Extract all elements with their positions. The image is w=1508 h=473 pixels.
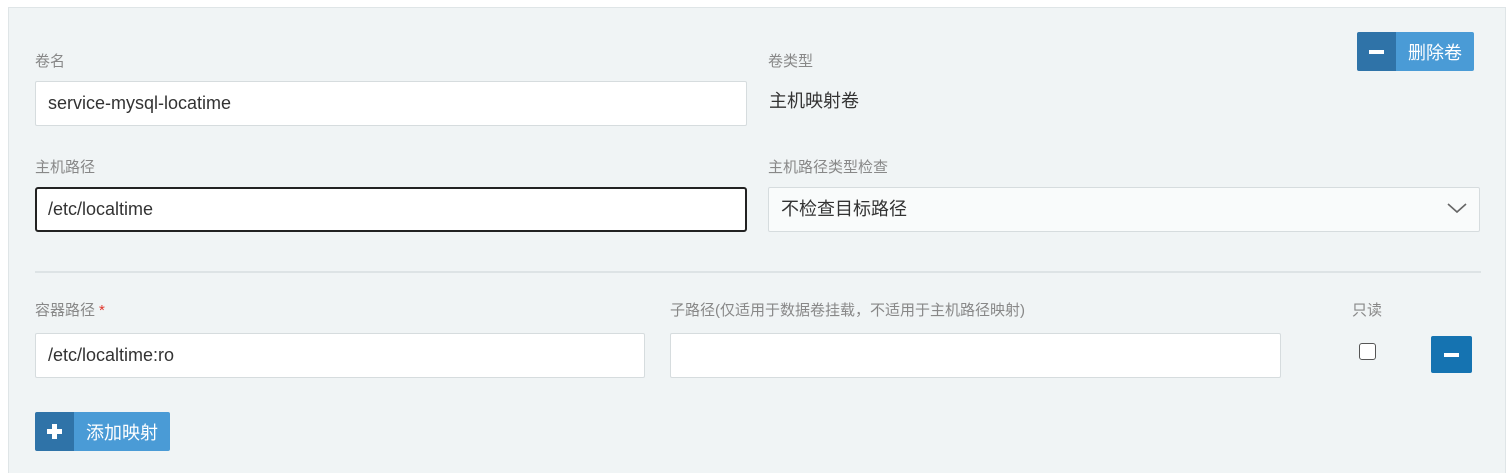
delete-volume-button[interactable]: 删除卷 [1357, 32, 1474, 71]
volume-panel: 卷名 service-mysql-locatime 卷类型 主机映射卷 删除卷 … [8, 7, 1506, 473]
container-path-input[interactable]: /etc/localtime:ro [35, 333, 645, 378]
readonly-checkbox[interactable] [1359, 343, 1376, 360]
volume-type-label: 卷类型 [768, 53, 814, 70]
delete-volume-label: 删除卷 [1396, 32, 1474, 71]
host-path-check-value: 不检查目标路径 [781, 199, 907, 219]
subpath-input[interactable] [670, 333, 1281, 378]
container-path-label: 容器路径 * [35, 302, 105, 319]
chevron-down-icon [1447, 203, 1467, 214]
volume-name-input[interactable]: service-mysql-locatime [35, 81, 747, 126]
host-path-input[interactable]: /etc/localtime [35, 187, 747, 232]
minus-icon [1444, 352, 1459, 357]
required-mark: * [99, 302, 105, 319]
volume-type-value: 主机映射卷 [769, 91, 859, 111]
remove-mapping-button[interactable] [1431, 336, 1472, 373]
volume-name-label: 卷名 [35, 53, 66, 70]
section-divider [35, 271, 1481, 273]
add-mapping-button[interactable]: 添加映射 [35, 412, 170, 451]
minus-icon [1357, 32, 1396, 71]
subpath-label: 子路径(仅适用于数据卷挂载，不适用于主机路径映射) [670, 302, 1025, 319]
plus-icon [35, 412, 74, 451]
add-mapping-label: 添加映射 [74, 412, 170, 451]
readonly-label: 只读 [1352, 302, 1383, 319]
host-path-label: 主机路径 [35, 159, 96, 176]
host-path-check-label: 主机路径类型检查 [768, 159, 889, 176]
host-path-check-select[interactable]: 不检查目标路径 [768, 187, 1480, 232]
